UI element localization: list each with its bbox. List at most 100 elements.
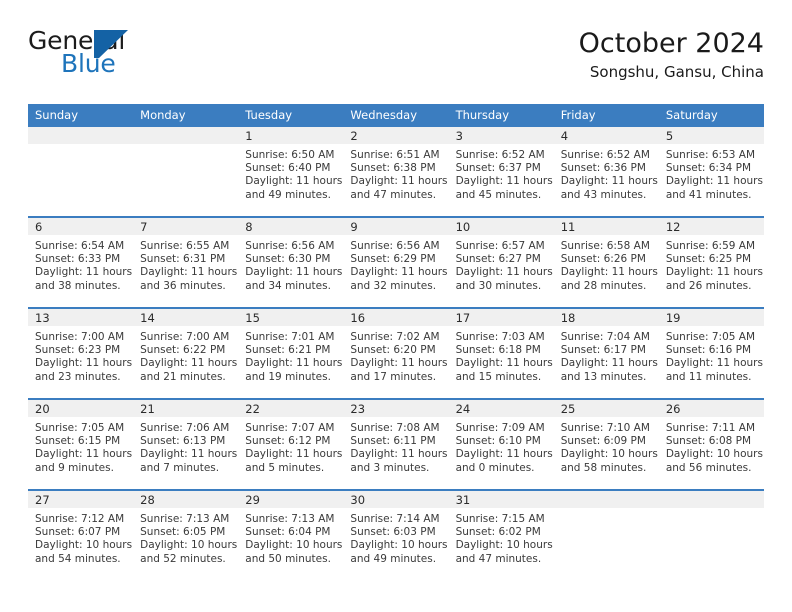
- day-number: [553, 492, 659, 508]
- day-number: 11: [553, 219, 659, 235]
- day-details: Sunrise: 7:14 AM Sunset: 6:03 PM Daylight:…: [343, 508, 448, 566]
- day-number: 7: [133, 219, 239, 235]
- sunset-text: Sunset: 6:40 PM: [245, 162, 331, 175]
- calendar-day-cell[interactable]: 15 Sunrise: 7:01 AM Sunset: 6:21 PM Dayligh…: [238, 307, 344, 399]
- day-number: 4: [553, 127, 659, 144]
- day-number: 22: [238, 401, 344, 417]
- calendar-day-cell[interactable]: 23 Sunrise: 7:08 AM Sunset: 6:11 PM Dayligh…: [343, 398, 449, 490]
- calendar-day-cell[interactable]: 29 Sunrise: 7:13 AM Sunset: 6:04 PM Dayligh…: [238, 489, 344, 580]
- weekday-header-tuesday: Tuesday: [238, 104, 344, 127]
- calendar-day-cell[interactable]: 19 Sunrise: 7:05 AM Sunset: 6:16 PM Dayligh…: [658, 307, 764, 399]
- calendar-day-cell[interactable]: 31 Sunrise: 7:15 AM Sunset: 6:02 PM Dayligh…: [448, 489, 554, 580]
- day-number: 31: [448, 492, 554, 508]
- weekday-header-wednesday: Wednesday: [343, 104, 449, 127]
- day-number: [133, 127, 239, 144]
- day-number: 27: [28, 492, 134, 508]
- calendar-day-cell[interactable]: 3 Sunrise: 6:52 AM Sunset: 6:37 PM Daylight…: [448, 126, 554, 217]
- day-details: Sunrise: 7:05 AM Sunset: 6:15 PM Daylight:…: [28, 417, 133, 475]
- calendar-day-cell[interactable]: 17 Sunrise: 7:03 AM Sunset: 6:18 PM Dayligh…: [448, 307, 554, 399]
- daylight-text-line2: and 15 minutes.: [455, 370, 542, 383]
- daylight-text-line1: Daylight: 10 hours: [560, 448, 658, 461]
- day-details: Sunrise: 6:58 AM Sunset: 6:26 PM Daylight:…: [554, 235, 659, 293]
- day-number: 13: [28, 310, 134, 326]
- sunrise-text: Sunrise: 6:56 AM: [245, 240, 335, 252]
- day-number: 30: [343, 492, 449, 508]
- calendar-week-row: 1 Sunrise: 6:50 AM Sunset: 6:40 PM Daylight…: [28, 126, 764, 217]
- sunset-text: Sunset: 6:27 PM: [455, 253, 541, 266]
- calendar-day-cell[interactable]: 30 Sunrise: 7:14 AM Sunset: 6:03 PM Dayligh…: [343, 489, 449, 580]
- daylight-text-line2: and 49 minutes.: [350, 552, 437, 565]
- calendar-day-cell[interactable]: 20 Sunrise: 7:05 AM Sunset: 6:15 PM Dayligh…: [28, 398, 134, 490]
- sunrise-text: Sunrise: 6:54 AM: [35, 240, 125, 252]
- daylight-text-line2: and 0 minutes.: [455, 461, 535, 474]
- calendar-day-cell[interactable]: 11 Sunrise: 6:58 AM Sunset: 6:26 PM Dayligh…: [553, 216, 659, 308]
- daylight-text-line2: and 9 minutes.: [35, 461, 114, 474]
- daylight-text-line1: Daylight: 11 hours: [350, 357, 448, 370]
- calendar-day-cell[interactable]: 18 Sunrise: 7:04 AM Sunset: 6:17 PM Dayligh…: [553, 307, 659, 399]
- sunset-text: Sunset: 6:38 PM: [350, 162, 436, 175]
- sunrise-text: Sunrise: 6:52 AM: [455, 149, 545, 161]
- daylight-text-line2: and 26 minutes.: [665, 279, 752, 292]
- day-details: Sunrise: 6:52 AM Sunset: 6:37 PM Daylight:…: [449, 144, 554, 202]
- day-details: Sunrise: 6:56 AM Sunset: 6:30 PM Daylight:…: [238, 235, 343, 293]
- sunset-text: Sunset: 6:25 PM: [665, 253, 752, 266]
- sunset-text: Sunset: 6:23 PM: [35, 344, 121, 357]
- sunrise-text: Sunrise: 7:12 AM: [35, 513, 125, 525]
- calendar-day-cell[interactable]: 13 Sunrise: 7:00 AM Sunset: 6:23 PM Dayligh…: [28, 307, 134, 399]
- calendar-day-cell[interactable]: 26 Sunrise: 7:11 AM Sunset: 6:08 PM Dayligh…: [658, 398, 764, 490]
- day-details: Sunrise: 6:51 AM Sunset: 6:38 PM Daylight:…: [343, 144, 448, 202]
- calendar-day-cell[interactable]: 22 Sunrise: 7:07 AM Sunset: 6:12 PM Dayligh…: [238, 398, 344, 490]
- sunset-text: Sunset: 6:34 PM: [665, 162, 752, 175]
- sunrise-text: Sunrise: 7:00 AM: [35, 331, 125, 343]
- day-number: 29: [238, 492, 344, 508]
- day-details: Sunrise: 7:01 AM Sunset: 6:21 PM Daylight:…: [238, 326, 343, 384]
- sunrise-text: Sunrise: 6:55 AM: [140, 240, 230, 252]
- page-header: General Blue October 2024 Songshu, Gansu…: [28, 28, 764, 94]
- calendar-week-row: 13 Sunrise: 7:00 AM Sunset: 6:23 PM Dayligh…: [28, 307, 764, 399]
- daylight-text-line1: Daylight: 11 hours: [350, 175, 448, 188]
- daylight-text-line1: Daylight: 11 hours: [35, 448, 133, 461]
- page-subtitle: Songshu, Gansu, China: [589, 63, 764, 82]
- sunset-text: Sunset: 6:04 PM: [245, 526, 331, 539]
- calendar-day-cell[interactable]: 14 Sunrise: 7:00 AM Sunset: 6:22 PM Dayligh…: [133, 307, 239, 399]
- sunrise-text: Sunrise: 7:08 AM: [350, 422, 440, 434]
- daylight-text-line2: and 23 minutes.: [35, 370, 121, 383]
- calendar-day-cell[interactable]: 4 Sunrise: 6:52 AM Sunset: 6:36 PM Daylight…: [553, 126, 659, 217]
- sunset-text: Sunset: 6:15 PM: [35, 435, 121, 448]
- calendar-day-cell[interactable]: 1 Sunrise: 6:50 AM Sunset: 6:40 PM Daylight…: [238, 126, 344, 217]
- calendar-week-row: 6 Sunrise: 6:54 AM Sunset: 6:33 PM Daylight…: [28, 216, 764, 308]
- daylight-text-line2: and 3 minutes.: [350, 461, 430, 474]
- sunset-text: Sunset: 6:12 PM: [245, 435, 331, 448]
- day-number: 18: [553, 310, 659, 326]
- daylight-text-line1: Daylight: 11 hours: [35, 357, 133, 370]
- calendar-day-cell[interactable]: 6 Sunrise: 6:54 AM Sunset: 6:33 PM Daylight…: [28, 216, 134, 308]
- calendar-day-cell[interactable]: 16 Sunrise: 7:02 AM Sunset: 6:20 PM Dayligh…: [343, 307, 449, 399]
- daylight-text-line2: and 58 minutes.: [560, 461, 647, 474]
- sunrise-text: Sunrise: 7:01 AM: [245, 331, 335, 343]
- daylight-text-line1: Daylight: 11 hours: [665, 175, 763, 188]
- daylight-text-line2: and 19 minutes.: [245, 370, 331, 383]
- calendar-day-cell[interactable]: 8 Sunrise: 6:56 AM Sunset: 6:30 PM Daylight…: [238, 216, 344, 308]
- calendar-day-cell[interactable]: 2 Sunrise: 6:51 AM Sunset: 6:38 PM Daylight…: [343, 126, 449, 217]
- daylight-text-line1: Daylight: 11 hours: [455, 448, 553, 461]
- day-number: 21: [133, 401, 239, 417]
- brand-logo[interactable]: General Blue: [28, 28, 288, 86]
- day-number: 8: [238, 219, 344, 235]
- calendar-day-cell[interactable]: 28 Sunrise: 7:13 AM Sunset: 6:05 PM Dayligh…: [133, 489, 239, 580]
- calendar-day-cell[interactable]: 5 Sunrise: 6:53 AM Sunset: 6:34 PM Daylight…: [658, 126, 764, 217]
- calendar-day-cell[interactable]: 7 Sunrise: 6:55 AM Sunset: 6:31 PM Daylight…: [133, 216, 239, 308]
- daylight-text-line1: Daylight: 10 hours: [455, 539, 553, 552]
- day-details: Sunrise: 7:05 AM Sunset: 6:16 PM Daylight:…: [659, 326, 764, 384]
- daylight-text-line1: Daylight: 11 hours: [35, 266, 133, 279]
- calendar-day-cell[interactable]: 12 Sunrise: 6:59 AM Sunset: 6:25 PM Dayligh…: [658, 216, 764, 308]
- sunrise-text: Sunrise: 6:56 AM: [350, 240, 440, 252]
- calendar-day-cell[interactable]: 10 Sunrise: 6:57 AM Sunset: 6:27 PM Dayligh…: [448, 216, 554, 308]
- calendar-day-cell[interactable]: 25 Sunrise: 7:10 AM Sunset: 6:09 PM Dayligh…: [553, 398, 659, 490]
- day-details: Sunrise: 7:07 AM Sunset: 6:12 PM Daylight:…: [238, 417, 343, 475]
- day-details: Sunrise: 7:06 AM Sunset: 6:13 PM Daylight:…: [133, 417, 238, 475]
- calendar-day-cell[interactable]: 9 Sunrise: 6:56 AM Sunset: 6:29 PM Daylight…: [343, 216, 449, 308]
- calendar-day-cell[interactable]: 24 Sunrise: 7:09 AM Sunset: 6:10 PM Dayligh…: [448, 398, 554, 490]
- daylight-text-line2: and 13 minutes.: [560, 370, 647, 383]
- calendar-day-cell[interactable]: 21 Sunrise: 7:06 AM Sunset: 6:13 PM Dayligh…: [133, 398, 239, 490]
- calendar-day-cell[interactable]: 27 Sunrise: 7:12 AM Sunset: 6:07 PM Dayligh…: [28, 489, 134, 580]
